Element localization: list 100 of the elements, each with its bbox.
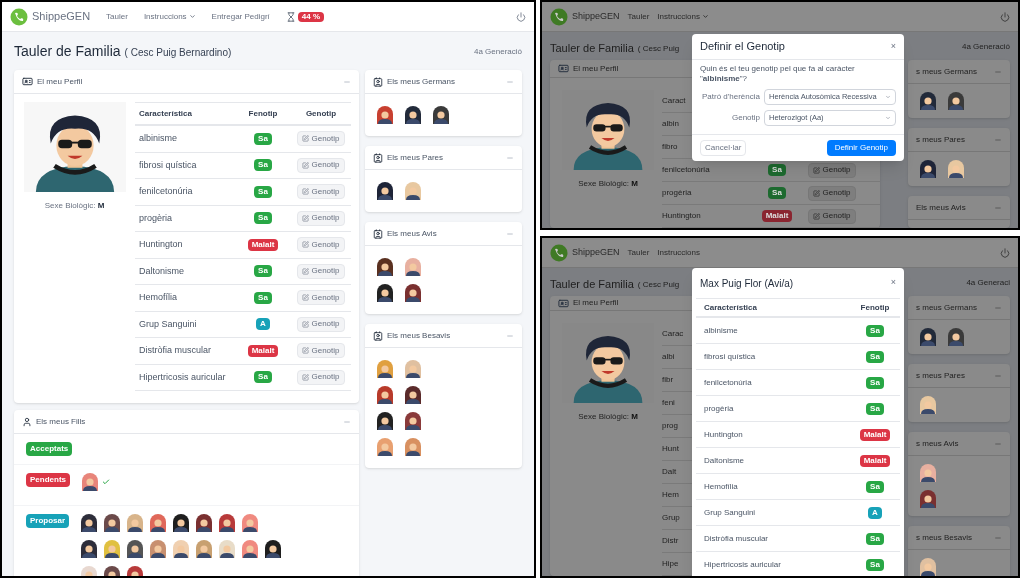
avatar-icon[interactable] (127, 540, 144, 558)
nav-link[interactable]: Tauler (627, 246, 650, 259)
column-header: Característica (138, 107, 193, 120)
nav-link[interactable]: Instruccions (657, 246, 700, 259)
edit-icon (302, 135, 310, 143)
avatar-icon[interactable] (242, 514, 259, 532)
avatar-icon[interactable] (948, 328, 964, 346)
cancel-button[interactable]: Cancel·lar (700, 140, 747, 156)
avatar-icon[interactable] (377, 386, 393, 404)
avatar-icon[interactable] (433, 106, 449, 124)
id-card-icon (558, 297, 569, 309)
genotip-button[interactable]: Genotip (297, 290, 345, 306)
nav-link[interactable]: Entregar Pedigrí (211, 10, 270, 23)
genotip-button[interactable]: Genotip (297, 184, 345, 200)
avatar-icon[interactable] (405, 182, 421, 200)
avatar-icon[interactable] (920, 160, 936, 178)
trait-name: Hipertricosis auricular (703, 558, 782, 571)
power-icon[interactable] (1000, 247, 1010, 258)
submit-button[interactable]: Definir Genotip (826, 140, 896, 156)
avatar-icon[interactable] (127, 514, 144, 532)
trait-name: fenilcetonúria (662, 164, 711, 176)
avatar-icon[interactable] (920, 490, 936, 508)
trait-name: Hipe (662, 558, 679, 570)
avatar-icon[interactable] (265, 540, 282, 558)
card-title: El meu Perfil (37, 75, 83, 88)
genotip-button[interactable]: Genotip (297, 316, 345, 332)
avatar-icon[interactable] (405, 284, 421, 302)
nav-link[interactable]: Tauler (627, 10, 650, 23)
brand-name[interactable]: ShippeGEN (572, 245, 620, 260)
logo-icon[interactable] (550, 243, 568, 262)
nav-link[interactable]: Instruccions (657, 10, 709, 23)
timer-badge: 44 % (297, 11, 325, 22)
avatar-icon[interactable] (405, 106, 421, 124)
column-header: Genotip (304, 107, 338, 120)
power-icon[interactable] (516, 11, 526, 22)
close-button[interactable]: × (890, 276, 896, 290)
genotip-button[interactable]: Genotip (808, 208, 856, 224)
genotip-button[interactable]: Genotip (808, 185, 856, 201)
genotip-button[interactable]: Genotip (297, 343, 345, 359)
close-button[interactable]: × (890, 39, 896, 54)
edit-icon (302, 161, 310, 169)
nav-link[interactable]: Tauler (106, 10, 128, 23)
phenotype-badge: Sa (866, 402, 884, 415)
avatar-icon[interactable] (920, 328, 936, 346)
edit-icon (302, 320, 310, 328)
avatar-icon[interactable] (104, 540, 121, 558)
avatar-icon[interactable] (920, 92, 936, 110)
avatar-icon[interactable] (82, 473, 98, 491)
brand-name[interactable]: ShippeGEN (572, 9, 620, 24)
genotip-button[interactable]: Genotip (297, 210, 345, 226)
id-card-icon (558, 63, 569, 74)
avatar-icon[interactable] (196, 514, 213, 532)
trait-name: Grup (662, 512, 680, 524)
avatar-icon[interactable] (948, 92, 964, 110)
avatar-icon[interactable] (196, 540, 213, 558)
avatar-icon[interactable] (219, 514, 236, 532)
card-title: Els meus Avis (916, 201, 966, 214)
avatar-icon[interactable] (377, 106, 393, 124)
avatar-icon[interactable] (377, 258, 393, 276)
avatar-icon[interactable] (405, 438, 421, 456)
logo-icon[interactable] (550, 7, 568, 26)
card-title: Els meus Germans (387, 75, 456, 88)
dialog-title: Definir el Genotip (700, 39, 785, 55)
genotip-button[interactable]: Genotip (297, 237, 345, 253)
avatar-icon[interactable] (405, 258, 421, 276)
power-icon[interactable] (1000, 11, 1010, 22)
phenotype-badge: Sa (254, 265, 272, 278)
avatar-icon[interactable] (405, 386, 421, 404)
avatar-icon[interactable] (377, 284, 393, 302)
trait-name: Daltonisme (138, 264, 186, 278)
avatar-icon[interactable] (81, 514, 98, 532)
avatar-icon[interactable] (377, 412, 393, 430)
avatar-icon[interactable] (377, 360, 393, 378)
trait-name: Hemofília (138, 291, 178, 304)
avatar-icon[interactable] (81, 540, 98, 558)
avatar-icon[interactable] (150, 540, 167, 558)
avatar-icon[interactable] (242, 540, 259, 558)
person-name: ( Cesc Puig (637, 279, 680, 291)
genotip-button[interactable]: Genotip (297, 369, 345, 385)
trait-name: fibro (662, 141, 678, 153)
avatar-icon[interactable] (150, 514, 167, 532)
avatar-icon[interactable] (405, 360, 421, 378)
card-title: Els meus Fills (36, 415, 86, 428)
genotip-button[interactable]: Genotip (297, 131, 345, 147)
genotip-button[interactable]: Genotip (297, 157, 345, 173)
avatar-icon[interactable] (377, 182, 393, 200)
avatar-icon[interactable] (219, 540, 236, 558)
card-title: El meu Perfil (573, 62, 619, 75)
genotip-button[interactable]: Genotip (297, 263, 345, 279)
phenotype-badge: Malalt (761, 210, 793, 222)
avatar-icon[interactable] (104, 514, 121, 532)
avatar-icon[interactable] (173, 514, 190, 532)
nav-link[interactable]: Instruccions (143, 10, 196, 23)
avatar-icon[interactable] (377, 438, 393, 456)
avatar-icon[interactable] (173, 540, 190, 558)
genotip-button[interactable]: Genotip (808, 162, 856, 178)
brand-name[interactable]: ShippeGEN (32, 8, 91, 25)
phenotype-badge: Sa (866, 558, 884, 571)
phenotype-badge: Malalt (859, 454, 891, 467)
avatar-icon[interactable] (405, 412, 421, 430)
